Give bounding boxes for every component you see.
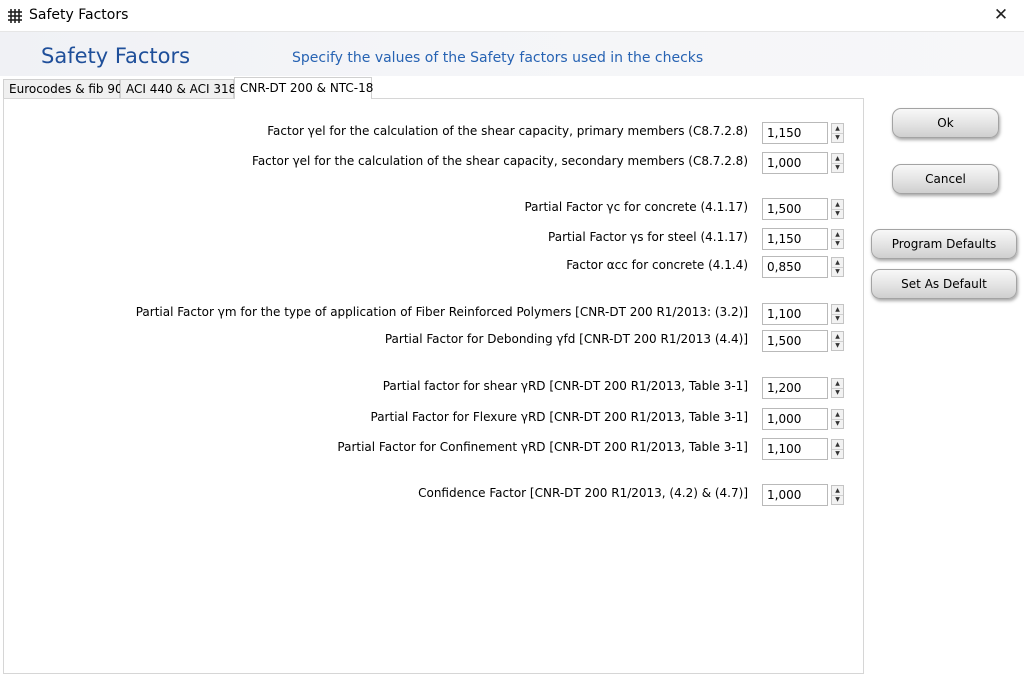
- spin-buttons: ▲ ▼: [831, 229, 844, 249]
- close-icon[interactable]: ✕: [978, 0, 1024, 31]
- factor-label: Confidence Factor [CNR-DT 200 R1/2013, (…: [418, 486, 748, 500]
- spin-buttons: ▲ ▼: [831, 485, 844, 505]
- spin-down-icon[interactable]: ▼: [832, 341, 843, 350]
- factor-row: Partial Factor for Flexure γRD [CNR-DT 2…: [48, 408, 848, 430]
- spin-down-icon[interactable]: ▼: [832, 449, 843, 458]
- factor-label: Partial factor for shear γRD [CNR-DT 200…: [382, 379, 748, 393]
- factor-value-input[interactable]: 1,100: [762, 438, 828, 460]
- window-title: Safety Factors: [29, 7, 129, 23]
- spin-down-icon[interactable]: ▼: [832, 133, 843, 142]
- spin-down-icon[interactable]: ▼: [832, 239, 843, 248]
- spin-buttons: ▲ ▼: [831, 153, 844, 173]
- spin-down-icon[interactable]: ▼: [832, 209, 843, 218]
- spin-down-icon[interactable]: ▼: [832, 388, 843, 397]
- factor-label: Factor γel for the calculation of the sh…: [252, 154, 748, 168]
- factor-value-input[interactable]: 1,000: [762, 152, 828, 174]
- spin-buttons: ▲ ▼: [831, 123, 844, 143]
- spin-buttons: ▲ ▼: [831, 378, 844, 398]
- factor-label: Partial Factor γm for the type of applic…: [135, 305, 748, 319]
- set-as-default-button[interactable]: Set As Default: [871, 269, 1017, 299]
- dialog-header: Safety Factors Specify the values of the…: [0, 32, 1024, 76]
- spin-down-icon[interactable]: ▼: [832, 163, 843, 172]
- factor-value-input[interactable]: 1,500: [762, 330, 828, 352]
- spin-buttons: ▲ ▼: [831, 439, 844, 459]
- factor-row: Confidence Factor [CNR-DT 200 R1/2013, (…: [48, 484, 848, 506]
- factor-label: Factor γel for the calculation of the sh…: [267, 124, 748, 138]
- factor-row: Factor γel for the calculation of the sh…: [48, 152, 848, 174]
- factor-row: Partial Factor γm for the type of applic…: [48, 303, 848, 325]
- factor-label: Partial Factor γs for steel (4.1.17): [548, 230, 748, 244]
- factor-row: Factor γel for the calculation of the sh…: [48, 122, 848, 144]
- factor-label: Partial Factor γc for concrete (4.1.17): [524, 200, 748, 214]
- tab-eurocodes[interactable]: Eurocodes & fib 90: [3, 79, 123, 98]
- factor-value-input[interactable]: 1,000: [762, 484, 828, 506]
- spin-down-icon[interactable]: ▼: [832, 314, 843, 323]
- spin-buttons: ▲ ▼: [831, 304, 844, 324]
- app-grid-icon: [8, 9, 22, 23]
- spin-buttons: ▲ ▼: [831, 199, 844, 219]
- factor-label: Partial Factor for Confinement γRD [CNR-…: [337, 440, 748, 454]
- factor-row: Partial Factor γs for steel (4.1.17) 1,15…: [48, 228, 848, 250]
- dialog-title: Safety Factors: [41, 44, 191, 68]
- spin-buttons: ▲ ▼: [831, 257, 844, 277]
- factor-value-input[interactable]: 1,000: [762, 408, 828, 430]
- factor-row: Partial Factor γc for concrete (4.1.17) 1…: [48, 198, 848, 220]
- factor-value-input[interactable]: 1,150: [762, 122, 828, 144]
- spin-down-icon[interactable]: ▼: [832, 419, 843, 428]
- title-bar: Safety Factors ✕: [0, 0, 1024, 32]
- factor-label: Partial Factor for Debonding γfd [CNR-DT…: [384, 332, 748, 346]
- dialog-subtitle: Specify the values of the Safety factors…: [292, 50, 704, 66]
- factor-row: Partial factor for shear γRD [CNR-DT 200…: [48, 377, 848, 399]
- factor-label: Partial Factor for Flexure γRD [CNR-DT 2…: [370, 410, 749, 424]
- spin-buttons: ▲ ▼: [831, 409, 844, 429]
- factor-value-input[interactable]: 1,500: [762, 198, 828, 220]
- spin-down-icon[interactable]: ▼: [832, 495, 843, 504]
- factor-label: Factor αcc for concrete (4.1.4): [566, 258, 748, 272]
- factor-value-input[interactable]: 0,850: [762, 256, 828, 278]
- factor-row: Partial Factor for Debonding γfd [CNR-DT…: [48, 330, 848, 352]
- factor-value-input[interactable]: 1,100: [762, 303, 828, 325]
- tab-aci[interactable]: ACI 440 & ACI 318: [120, 79, 236, 98]
- factor-value-input[interactable]: 1,200: [762, 377, 828, 399]
- program-defaults-button[interactable]: Program Defaults: [871, 229, 1017, 259]
- spin-down-icon[interactable]: ▼: [832, 267, 843, 276]
- tab-cnr-dt[interactable]: CNR-DT 200 & NTC-18: [234, 77, 373, 99]
- cancel-button[interactable]: Cancel: [892, 164, 999, 194]
- factor-row: Partial Factor for Confinement γRD [CNR-…: [48, 438, 848, 460]
- factor-row: Factor αcc for concrete (4.1.4) 0,850 ▲ ▼: [48, 256, 848, 278]
- factor-value-input[interactable]: 1,150: [762, 228, 828, 250]
- spin-buttons: ▲ ▼: [831, 331, 844, 351]
- ok-button[interactable]: Ok: [892, 108, 999, 138]
